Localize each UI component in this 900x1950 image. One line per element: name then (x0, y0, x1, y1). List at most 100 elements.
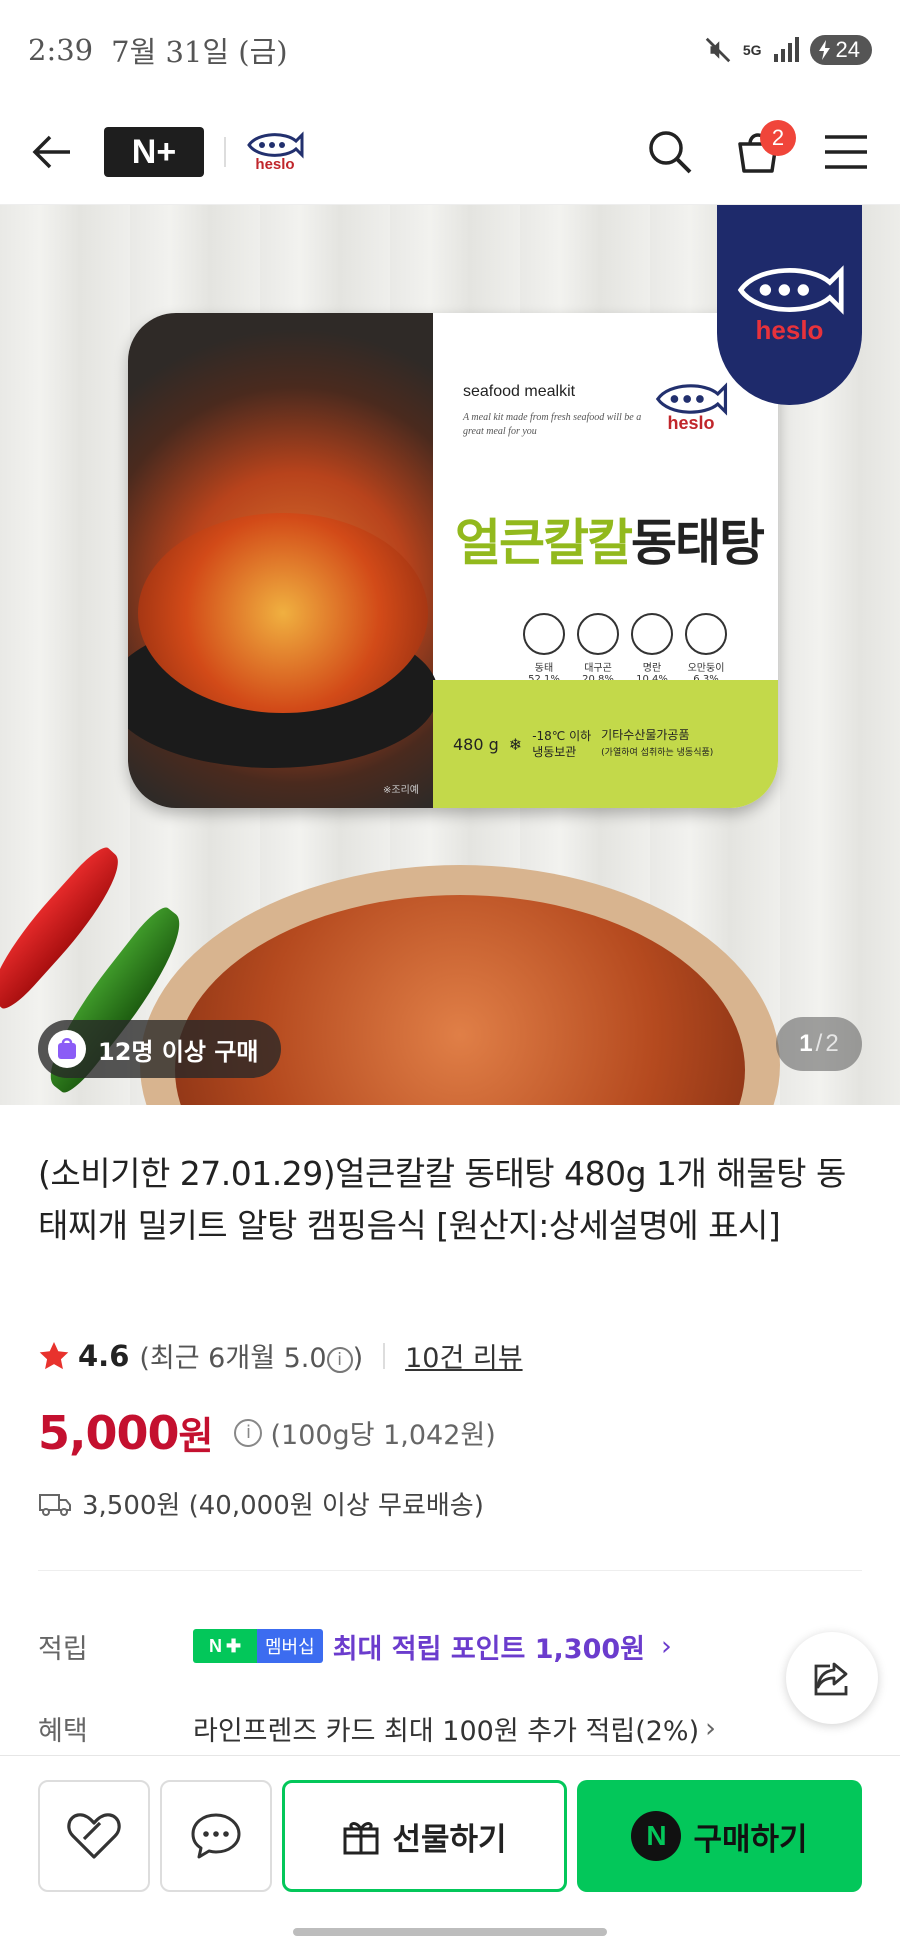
ingredient-name: 대구곤 (584, 663, 612, 674)
shipping-row: 3,500원 (40,000원 이상 무료배송) (38, 1485, 484, 1522)
benefit-text: 라인프렌즈 카드 최대 100원 추가 적립(2%) (193, 1715, 700, 1747)
share-button[interactable] (786, 1632, 878, 1724)
brand-logo-text: heslo (255, 156, 295, 173)
snowflake-icon: ❄ (508, 734, 523, 754)
status-date: 7월 31일 (금) (111, 35, 288, 69)
package-name-dark: 동태탕 (631, 514, 765, 572)
product-package-image: ※조리예 seafood mealkit A meal kit made fro… (128, 313, 778, 808)
wishlist-button[interactable] (38, 1780, 150, 1892)
rating-score: 4.6 (78, 1338, 130, 1373)
fish-logo-icon (737, 264, 844, 315)
home-indicator[interactable] (293, 1928, 607, 1936)
page-total: 2 (825, 1030, 839, 1057)
shopping-bag-icon (48, 1030, 86, 1068)
product-title: (소비기한 27.01.29)얼큰칼칼 동태탕 480g 1개 해물탕 동태찌개… (38, 1154, 846, 1245)
purchase-count-text: 12명 이상 구매 (98, 1037, 259, 1066)
price-row: 5,000원 i (100g당 1,042원) (38, 1405, 496, 1460)
review-link[interactable]: 10건 리뷰 (405, 1336, 522, 1375)
ingredient-item: 대구곤 20.8% (577, 613, 619, 685)
sea-squirt-icon (685, 613, 727, 655)
fish-logo-icon (247, 131, 304, 159)
gift-icon (343, 1822, 379, 1855)
membership-badge-text: 멤버십 (257, 1629, 323, 1663)
buy-button-label: 구매하기 (693, 1821, 808, 1858)
header-actions: 2 (646, 120, 870, 176)
hamburger-menu-icon (825, 135, 867, 169)
shipping-text: 3,500원 (40,000원 이상 무료배송) (82, 1491, 484, 1521)
buy-button[interactable]: N 구매하기 (577, 1780, 862, 1892)
share-icon (814, 1662, 848, 1696)
brand-flag-text: heslo (755, 314, 824, 345)
benefit-label: 혜택 (38, 1715, 88, 1747)
naver-plus-logo[interactable]: N+ (104, 127, 204, 177)
talk-talk-button[interactable] (160, 1780, 272, 1892)
naver-pay-logo: N (631, 1811, 682, 1861)
package-type: 기타수산물가공품 (가열하여 섭취하는 냉동식품) (601, 727, 713, 761)
package-english-subtitle: A meal kit made from fresh seafood will … (463, 412, 642, 437)
cart-button[interactable]: 2 (734, 120, 796, 176)
type-name: 기타수산물가공품 (601, 728, 690, 742)
chevron-right-icon: › (705, 1712, 716, 1744)
fish-logo-icon (655, 382, 728, 416)
page-current: 1 (799, 1030, 813, 1057)
ingredient-item: 동태 52.1% (523, 613, 565, 685)
package-product-name: 얼큰칼칼동태탕 (455, 503, 765, 575)
product-image-carousel[interactable]: ※조리예 seafood mealkit A meal kit made fro… (0, 205, 900, 1105)
roe-icon (577, 613, 619, 655)
status-right: 5G 24 (703, 35, 872, 65)
price-value: 5,000 (38, 1406, 180, 1460)
status-bar: 2:39 7월 31일 (금) 5G 24 (0, 0, 900, 100)
image-page-indicator: 1/2 (776, 1017, 862, 1071)
chevron-right-icon: › (661, 1630, 672, 1662)
fish-icon (523, 613, 565, 655)
section-divider (38, 1570, 862, 1571)
heart-icon (67, 1813, 121, 1859)
purchase-count-badge: 12명 이상 구매 (38, 1020, 281, 1078)
gift-button-label: 선물하기 (392, 1821, 507, 1858)
recent-rating[interactable]: (최근 6개월 5.0 i) (139, 1336, 363, 1375)
app-header: N+ heslo 2 (0, 100, 900, 205)
unit-price-text: (100g당 1,042원) (270, 1420, 496, 1451)
cart-count-badge: 2 (760, 120, 796, 156)
package-food-photo (128, 313, 438, 808)
ingredient-item: 명란 10.4% (631, 613, 673, 685)
chat-bubble-icon (191, 1813, 241, 1859)
points-text: 최대 적립 포인트 1,300원 (332, 1633, 646, 1665)
network-type: 5G (742, 41, 762, 58)
package-stew (138, 513, 428, 713)
points-label: 적립 (38, 1633, 88, 1665)
status-left: 2:39 7월 31일 (금) (28, 29, 288, 71)
ingredient-item: 오만둥이 6.3% (685, 613, 727, 685)
package-label: seafood mealkit A meal kit made from fre… (433, 313, 778, 808)
recent-rating-prefix: (최근 6개월 5.0 (139, 1343, 327, 1374)
points-row[interactable]: 적립 N ✚ 멤버십 최대 적립 포인트 1,300원 › (38, 1605, 862, 1687)
pollock-roe-icon (631, 613, 673, 655)
brand-flag: heslo (717, 205, 862, 405)
brand-logo[interactable]: heslo (246, 131, 304, 173)
truck-icon (39, 1493, 71, 1516)
star-icon (39, 1341, 69, 1369)
benefit-table: 적립 N ✚ 멤버십 최대 적립 포인트 1,300원 › 혜택 라인프렌즈 카… (38, 1605, 862, 1769)
type-note: (가열하여 섭취하는 냉동식품) (601, 748, 714, 758)
back-button[interactable] (30, 132, 74, 172)
gift-button[interactable]: 선물하기 (282, 1780, 567, 1892)
rating-row: 4.6 (최근 6개월 5.0 i) 10건 리뷰 (38, 1336, 523, 1375)
package-english-title: seafood mealkit (463, 383, 576, 400)
recent-rating-suffix: ) (352, 1343, 364, 1374)
header-divider (224, 137, 226, 167)
search-icon (649, 131, 692, 174)
search-button[interactable] (646, 128, 694, 176)
arrow-left-icon (32, 135, 70, 169)
package-name-green: 얼큰칼칼 (455, 514, 633, 572)
package-info-band: 480 g ❄ -18℃ 이하 냉동보관 기타수산물가공품 (가열하여 섭취하는 냉… (433, 680, 778, 808)
charging-icon (818, 40, 830, 60)
naver-plus-logo-text: N+ (131, 132, 177, 171)
unit-price[interactable]: i (100g당 1,042원) (234, 1413, 496, 1452)
menu-button[interactable] (822, 132, 870, 172)
points-info: N ✚ 멤버십 최대 적립 포인트 1,300원 › (193, 1627, 672, 1666)
ingredient-name: 동태 (534, 663, 554, 674)
page-separator: / (815, 1030, 823, 1057)
package-brand-text: heslo (667, 413, 715, 433)
package-photo-note: ※조리예 (383, 785, 419, 796)
package-weight: 480 g (453, 734, 499, 754)
